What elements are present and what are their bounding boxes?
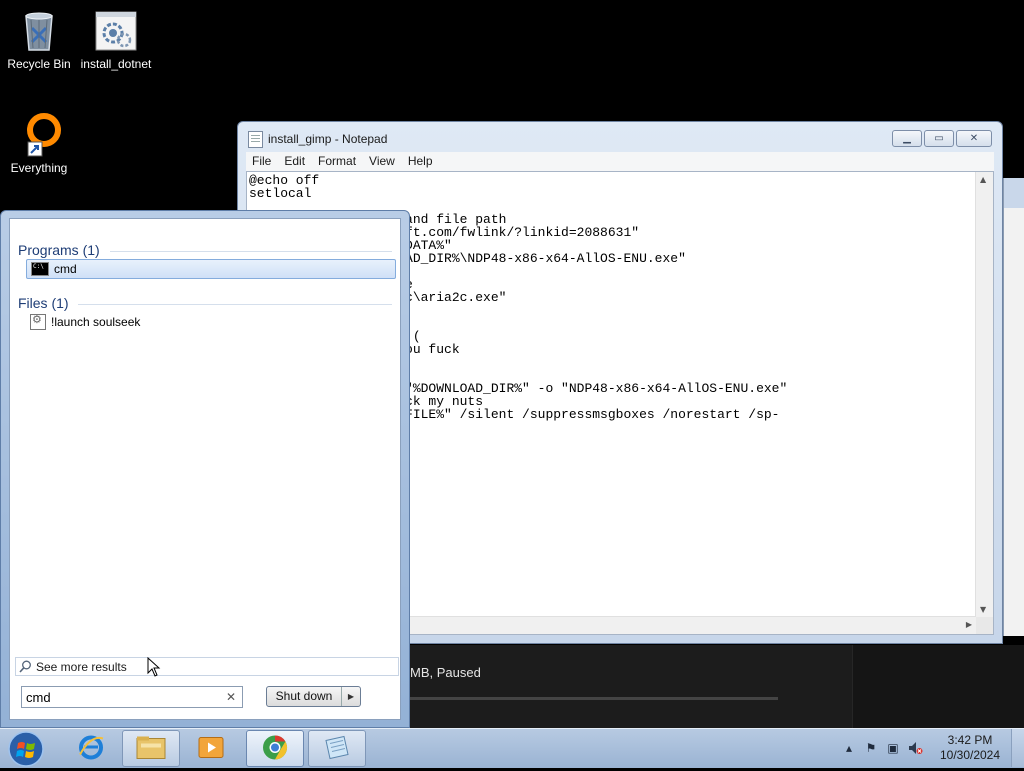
taskbar-windows-explorer[interactable]	[122, 730, 180, 767]
clock-time: 3:42 PM	[947, 733, 993, 747]
minimize-button[interactable]: ▁	[892, 130, 922, 147]
window-title: install_gimp - Notepad	[268, 132, 388, 146]
vertical-scrollbar[interactable]: ▲ ▼	[975, 172, 993, 617]
progress-track	[410, 697, 778, 700]
background-window-edge	[1003, 178, 1024, 636]
shutdown-button[interactable]: Shut down ▶	[266, 686, 361, 707]
network-icon[interactable]: ▣	[885, 740, 901, 756]
search-icon	[19, 660, 32, 673]
recycle-bin-icon	[16, 8, 62, 54]
group-title-programs: Programs (1)	[18, 242, 100, 258]
scroll-down-icon[interactable]: ▼	[980, 605, 986, 614]
taskbar-internet-explorer[interactable]	[62, 730, 120, 767]
menu-format[interactable]: Format	[312, 152, 363, 171]
start-orb[interactable]	[6, 730, 46, 768]
show-hidden-icons[interactable]: ▴	[841, 740, 857, 756]
cmd-icon	[31, 262, 49, 276]
result-label: !launch soulseek	[51, 315, 141, 329]
download-status-text: MB, Paused	[410, 665, 481, 680]
system-tray: ▴ ⚑ ▣ 3:42 PM 10/30/2024	[835, 729, 1024, 767]
everything-search-icon	[16, 112, 62, 158]
scroll-right-icon[interactable]: ▶	[966, 620, 972, 629]
shutdown-label[interactable]: Shut down	[267, 687, 342, 706]
close-button[interactable]: ✕	[956, 130, 992, 147]
see-more-results[interactable]: See more results	[15, 657, 399, 676]
desktop-icon-label: Recycle Bin	[7, 57, 71, 71]
menu-help[interactable]: Help	[402, 152, 440, 171]
menu-file[interactable]: File	[246, 152, 278, 171]
start-menu: Programs (1) cmd Files (1) !launch souls…	[0, 210, 410, 728]
minimize-icon: ▁	[903, 133, 911, 144]
volume-muted-icon[interactable]	[907, 740, 923, 756]
desktop-icon-label: install_dotnet	[80, 57, 152, 71]
scroll-up-icon[interactable]: ▲	[980, 175, 986, 184]
windows-logo-icon	[8, 731, 44, 767]
internet-explorer-icon	[76, 732, 106, 765]
menu-bar: File Edit Format View Help	[246, 152, 994, 171]
result-label: cmd	[54, 262, 77, 276]
result-cmd[interactable]: cmd	[26, 259, 396, 279]
media-player-icon	[197, 734, 225, 763]
menu-view[interactable]: View	[363, 152, 402, 171]
desktop-icon-everything[interactable]: Everything	[1, 112, 77, 175]
clock-date: 10/30/2024	[939, 748, 1001, 762]
show-desktop-button[interactable]	[1011, 729, 1024, 767]
maximize-icon: ▭	[934, 133, 944, 144]
chrome-icon	[260, 732, 290, 765]
taskbar-media-player[interactable]	[182, 730, 240, 767]
start-search-input[interactable]	[22, 687, 220, 707]
mouse-cursor-icon	[147, 657, 161, 677]
taskbar: ▴ ⚑ ▣ 3:42 PM 10/30/2024	[0, 728, 1024, 768]
close-icon: ✕	[969, 133, 979, 144]
shutdown-options-arrow-icon[interactable]: ▶	[342, 687, 360, 706]
taskbar-notepad[interactable]	[308, 730, 366, 767]
background-media-window[interactable]: MB, Paused	[400, 645, 1024, 730]
group-title-files: Files (1)	[18, 295, 69, 311]
taskbar-chrome[interactable]	[246, 730, 304, 767]
desktop-icon-install-dotnet[interactable]: install_dotnet	[78, 8, 154, 71]
divider	[110, 251, 392, 252]
menu-edit[interactable]: Edit	[278, 152, 312, 171]
divider	[78, 304, 392, 305]
action-center-flag-icon[interactable]: ⚑	[863, 740, 879, 756]
desktop-icon-recycle-bin[interactable]: Recycle Bin	[1, 8, 77, 71]
search-results-panel: Programs (1) cmd Files (1) !launch souls…	[9, 218, 401, 720]
background-window-panel	[852, 645, 1024, 730]
start-search-box[interactable]: ✕	[21, 686, 243, 708]
notepad-icon	[322, 734, 352, 763]
folder-icon	[135, 734, 167, 763]
desktop-icon-label: Everything	[10, 161, 68, 175]
clock[interactable]: 3:42 PM 10/30/2024	[935, 733, 1005, 763]
result-launch-soulseek[interactable]: !launch soulseek	[26, 312, 396, 332]
clear-search-icon[interactable]: ✕	[226, 690, 236, 704]
see-more-label: See more results	[36, 659, 127, 674]
notepad-icon	[248, 131, 263, 148]
resize-grip[interactable]	[976, 617, 993, 634]
batch-file-icon	[93, 8, 139, 54]
maximize-button[interactable]: ▭	[924, 130, 954, 147]
batch-file-icon	[30, 313, 46, 330]
